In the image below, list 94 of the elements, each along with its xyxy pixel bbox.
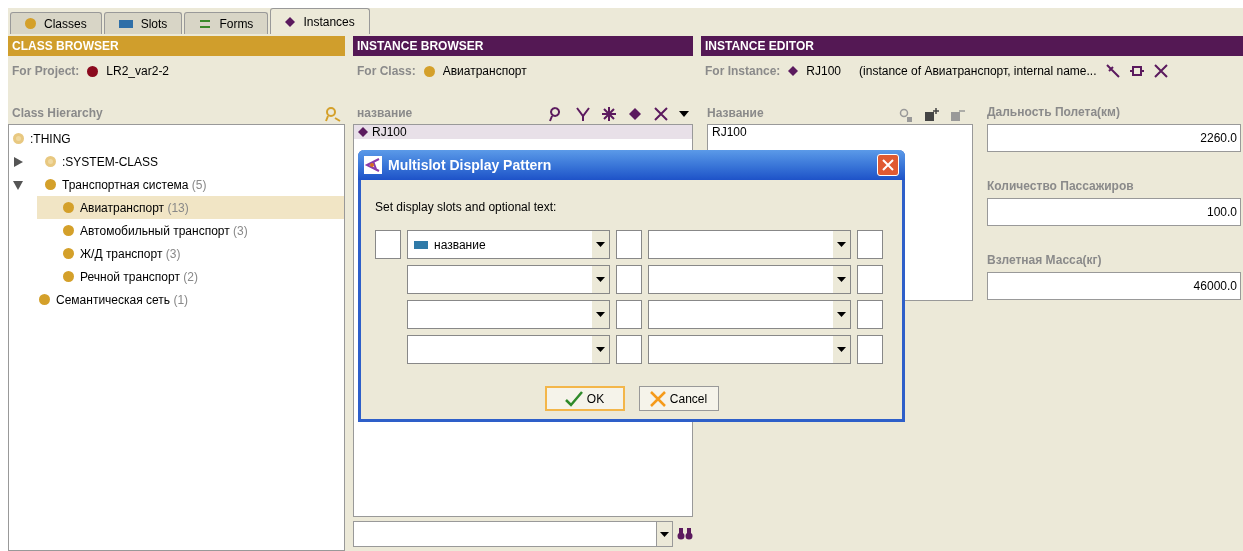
text-field[interactable] [857,265,883,294]
slot-dropdown[interactable] [407,335,610,364]
tree-item[interactable]: Автомобильный транспорт (3) [37,219,344,242]
instance-item[interactable]: RJ100 [354,125,692,139]
tree-item[interactable]: Семантическая сеть (1) [13,288,344,311]
field-label: Взлетная Масса(кг) [987,252,1102,269]
caret-icon [837,242,846,247]
caret-icon [837,347,846,352]
slot-dropdown[interactable] [648,230,851,259]
cross-icon [649,390,666,407]
slot-dropdown[interactable] [407,265,610,294]
class-icon [63,202,74,213]
tab[interactable]: Classes [10,12,102,34]
expanded-arrow-icon[interactable] [13,179,23,190]
form-icon [199,18,212,29]
instance-name: RJ100 [806,63,842,80]
project-icon [87,65,99,77]
hierarchy-label: Class Hierarchy [12,105,103,122]
field-label: Дальность Полета(км) [987,104,1120,121]
caret-icon [660,531,669,537]
instance-icon [358,127,368,137]
panel-header: INSTANCE BROWSER [353,36,693,56]
column-label: название [357,105,413,122]
panel-header: CLASS BROWSER [8,36,345,56]
instance-icon [788,66,799,76]
slot-dropdown[interactable] [407,300,610,329]
value-field[interactable]: 100.0 [987,198,1241,226]
caret-icon [596,242,605,247]
text-field[interactable] [857,300,883,329]
instance-label: For Instance: [705,63,781,80]
instance-description: (instance of Авиатранспорт, internal name... [859,63,1097,80]
binoculars-icon[interactable] [677,527,693,541]
text-field[interactable] [857,335,883,364]
tree-item[interactable]: Ж/Д транспорт (3) [37,242,344,265]
close-icon [882,159,894,171]
class-icon [45,179,56,190]
caret-icon [596,312,605,317]
field-label: Название [707,105,764,122]
caret-icon [596,347,605,352]
ok-button[interactable]: OK [544,386,625,411]
tree-item[interactable]: Транспортная система (5) [13,173,344,196]
text-field[interactable] [375,230,401,259]
remove-value-icon[interactable] [951,108,965,122]
branch-icon[interactable] [575,106,591,122]
text-field[interactable] [616,230,642,259]
tree-item[interactable]: Авиатранспорт (13) [37,196,344,219]
dialog-title: Multislot Display Pattern [388,155,553,175]
dialog-prompt: Set display slots and optional text: [375,199,558,216]
text-field[interactable] [616,335,642,364]
class-icon [13,133,24,144]
field-label: Количество Пассажиров [987,178,1134,195]
class-label: For Class: [357,63,416,80]
slot-icon [414,240,428,249]
delete-icon[interactable] [653,106,669,122]
slot-dropdown[interactable] [648,335,851,364]
class-icon [63,225,74,236]
class-icon [63,248,74,259]
text-field[interactable] [857,230,883,259]
diamond-icon[interactable] [627,106,643,122]
tree-item[interactable]: :SYSTEM-CLASS [13,150,344,173]
caret-icon [596,277,605,282]
tree-item[interactable]: :THING [13,127,344,150]
slot-dropdown[interactable]: название [407,230,610,259]
caret-icon[interactable] [679,111,689,117]
tree-item[interactable]: Речной транспорт (2) [37,265,344,288]
cancel-button[interactable]: Cancel [638,386,719,411]
value-field[interactable]: 46000.0 [987,272,1241,300]
slot-icon [118,19,133,28]
class-icon [423,65,435,77]
caret-icon [837,277,846,282]
value-field[interactable]: 2260.0 [987,124,1241,152]
diamond-icon [285,16,296,27]
close-button[interactable] [877,154,899,176]
value-item[interactable]: RJ100 [712,125,968,139]
caret-icon [837,312,846,317]
class-icon [39,294,50,305]
slot-dropdown[interactable] [648,265,851,294]
project-label: For Project: [12,63,80,80]
project-name: LR2_var2-2 [106,63,170,80]
class-icon [45,156,56,167]
app-logo-icon [364,156,382,174]
close-icon[interactable] [1152,63,1169,79]
collapsed-arrow-icon[interactable] [13,156,23,167]
panel-header: INSTANCE EDITOR [701,36,1243,56]
tab[interactable]: Forms [184,12,269,34]
class-name: Авиатранспорт [442,63,527,80]
text-field[interactable] [616,265,642,294]
tab[interactable]: Instances [270,8,370,34]
check-icon [564,390,583,407]
add-value-icon[interactable] [925,108,939,122]
tab[interactable]: Slots [103,12,183,34]
class-icon [63,271,74,282]
text-field[interactable] [616,300,642,329]
slot-dropdown[interactable] [648,300,851,329]
